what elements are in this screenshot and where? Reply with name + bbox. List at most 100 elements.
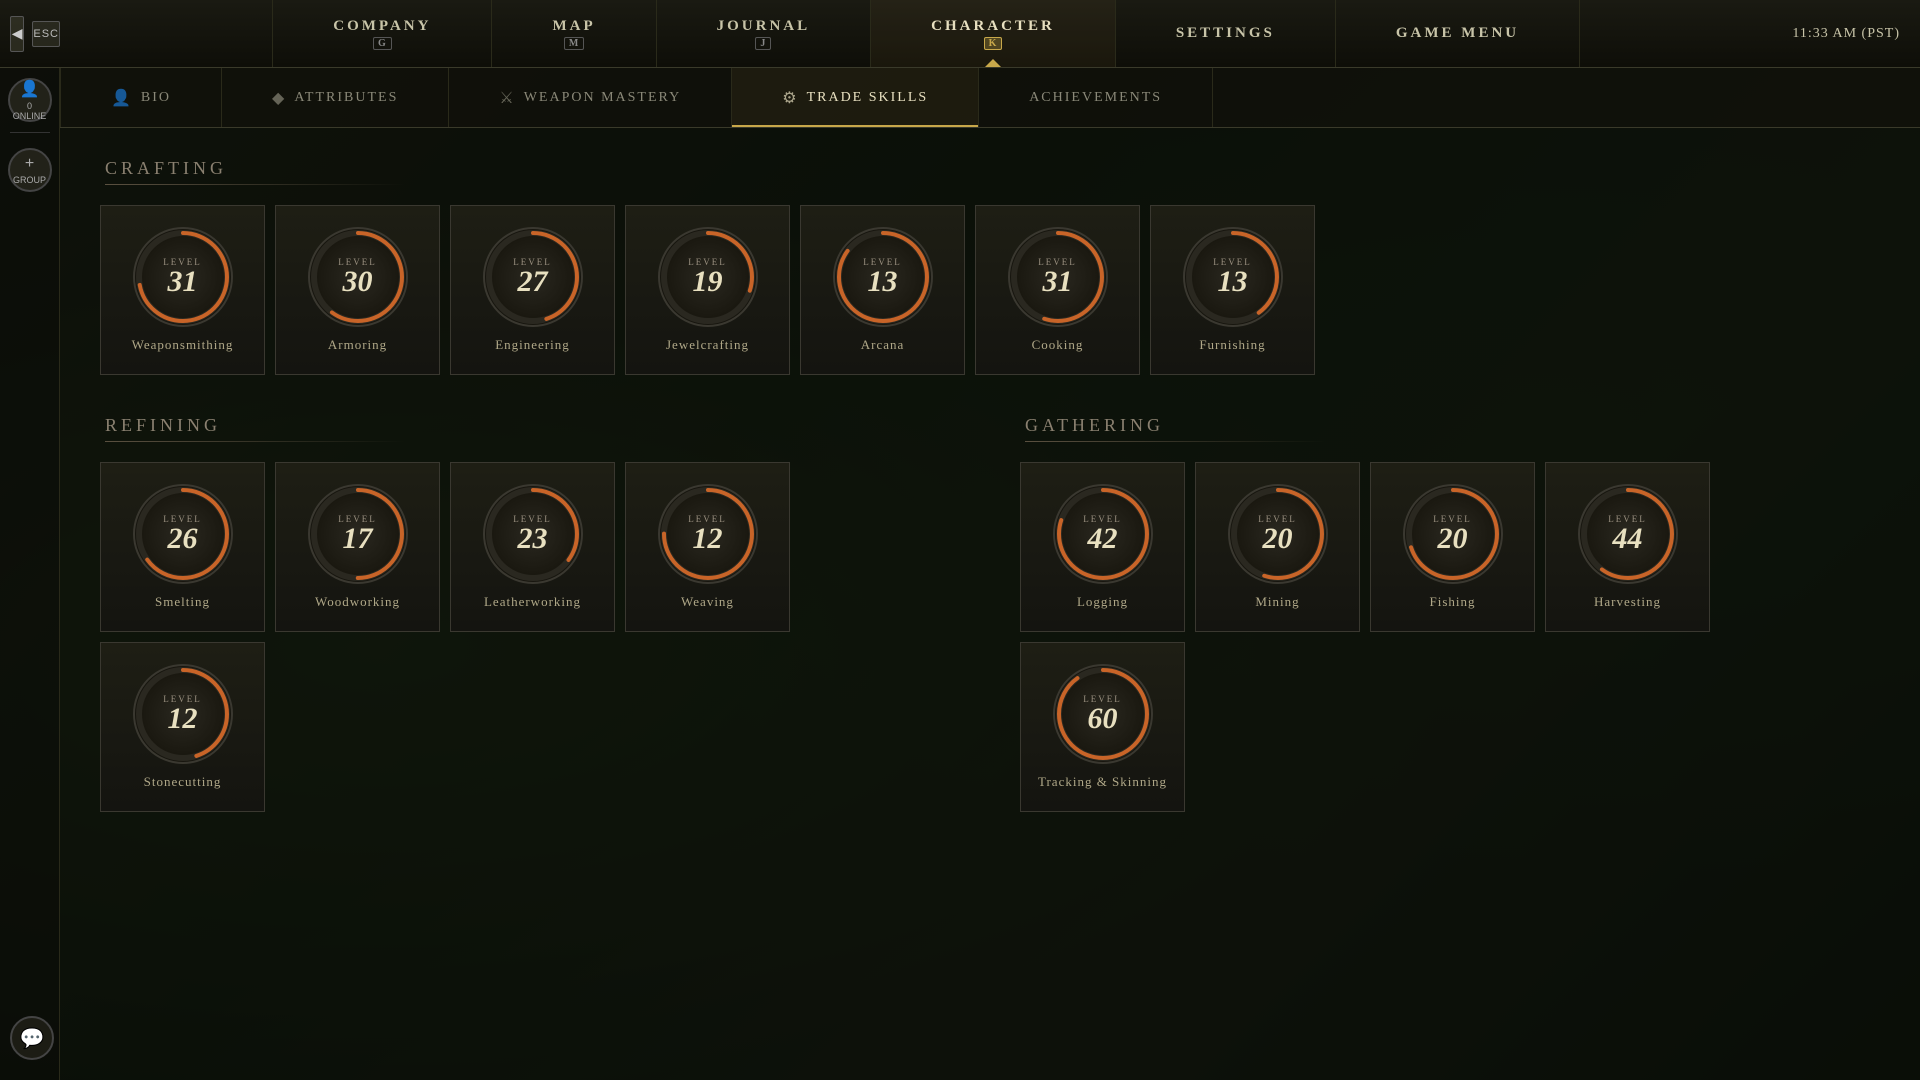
circle-text: LEVEL 30 bbox=[338, 257, 377, 297]
skill-card-stonecutting[interactable]: LEVEL 12 Stonecutting bbox=[100, 642, 265, 812]
skill-card-inner: LEVEL 27 Engineering bbox=[483, 227, 583, 353]
topbar: ◀ ESC COMPANY G MAP M JOURNAL J CHARACTE… bbox=[0, 0, 1920, 68]
bio-icon: 👤 bbox=[111, 88, 133, 108]
skill-name: Leatherworking bbox=[484, 594, 581, 610]
skill-card-inner: LEVEL 42 Logging bbox=[1053, 484, 1153, 610]
level-number: 13 bbox=[868, 267, 898, 297]
level-number: 31 bbox=[1043, 267, 1073, 297]
skill-name: Armoring bbox=[328, 337, 387, 353]
group-label: GROUP bbox=[13, 175, 46, 185]
gear-icon: ⚙ bbox=[782, 88, 798, 108]
level-number: 31 bbox=[168, 267, 198, 297]
level-number: 12 bbox=[693, 524, 723, 554]
level-number: 23 bbox=[518, 524, 548, 554]
refining-header: REFINING bbox=[100, 415, 960, 442]
nav-company-key: G bbox=[373, 37, 392, 50]
circle-text: LEVEL 19 bbox=[688, 257, 727, 297]
chat-icon: 💬 bbox=[20, 1026, 45, 1051]
plus-icon: + bbox=[25, 155, 34, 173]
skill-circle-3: LEVEL 12 bbox=[658, 484, 758, 584]
skill-circle-0: LEVEL 31 bbox=[133, 227, 233, 327]
circle-text: LEVEL 13 bbox=[863, 257, 902, 297]
crafting-grid: LEVEL 31 Weaponsmithing LEVEL 30 bbox=[100, 205, 1880, 375]
nav-character[interactable]: CHARACTER K bbox=[871, 0, 1116, 67]
skill-card-tracking-&-skinning[interactable]: LEVEL 60 Tracking & Skinning bbox=[1020, 642, 1185, 812]
circle-text: LEVEL 31 bbox=[1038, 257, 1077, 297]
topbar-time: 11:33 AM (PST) bbox=[1792, 26, 1920, 42]
skill-card-cooking[interactable]: LEVEL 31 Cooking bbox=[975, 205, 1140, 375]
skill-circle-2: LEVEL 20 bbox=[1403, 484, 1503, 584]
skill-card-inner: LEVEL 20 Mining bbox=[1228, 484, 1328, 610]
circle-text: LEVEL 12 bbox=[163, 694, 202, 734]
group-button[interactable]: + GROUP bbox=[8, 148, 52, 192]
nav-settings[interactable]: SETTINGS bbox=[1116, 0, 1336, 67]
level-number: 60 bbox=[1088, 704, 1118, 734]
online-button[interactable]: 👤 0 ONLINE bbox=[8, 78, 52, 122]
circle-text: LEVEL 27 bbox=[513, 257, 552, 297]
skill-card-smelting[interactable]: LEVEL 26 Smelting bbox=[100, 462, 265, 632]
skill-circle-1: LEVEL 17 bbox=[308, 484, 408, 584]
nav-game-menu-label: GAME MENU bbox=[1396, 25, 1519, 42]
tab-trade-skills-label: TRADE SKILLS bbox=[807, 90, 929, 106]
skill-circle-0: LEVEL 42 bbox=[1053, 484, 1153, 584]
skill-card-inner: LEVEL 31 Cooking bbox=[1008, 227, 1108, 353]
skill-circle-0: LEVEL 26 bbox=[133, 484, 233, 584]
tab-trade-skills[interactable]: ⚙ TRADE SKILLS bbox=[732, 68, 979, 127]
circle-text: LEVEL 20 bbox=[1433, 514, 1472, 554]
sidebar: 👤 0 ONLINE + GROUP 💬 bbox=[0, 68, 60, 1080]
circle-text: LEVEL 42 bbox=[1083, 514, 1122, 554]
skill-circle-3: LEVEL 19 bbox=[658, 227, 758, 327]
nav-journal-key: J bbox=[755, 37, 771, 50]
topbar-left: ◀ ESC bbox=[0, 16, 60, 52]
tab-achievements[interactable]: ACHIEVEMENTS bbox=[979, 68, 1213, 127]
skill-card-engineering[interactable]: LEVEL 27 Engineering bbox=[450, 205, 615, 375]
skill-card-logging[interactable]: LEVEL 42 Logging bbox=[1020, 462, 1185, 632]
level-number: 30 bbox=[343, 267, 373, 297]
skill-circle-6: LEVEL 13 bbox=[1183, 227, 1283, 327]
nav-company[interactable]: COMPANY G bbox=[272, 0, 492, 67]
refining-section: REFINING LEVEL 26 Smelting bbox=[100, 415, 960, 852]
tab-attributes[interactable]: ◆ ATTRIBUTES bbox=[222, 68, 449, 127]
person-icon: 👤 bbox=[20, 79, 40, 99]
tab-attributes-label: ATTRIBUTES bbox=[294, 90, 398, 106]
gathering-section: GATHERING LEVEL 42 Logging bbox=[1020, 415, 1880, 852]
skill-card-arcana[interactable]: LEVEL 13 Arcana bbox=[800, 205, 965, 375]
skill-card-furnishing[interactable]: LEVEL 13 Furnishing bbox=[1150, 205, 1315, 375]
skill-card-armoring[interactable]: LEVEL 30 Armoring bbox=[275, 205, 440, 375]
refining-grid: LEVEL 26 Smelting LEVEL 17 bbox=[100, 462, 960, 812]
nav-map[interactable]: MAP M bbox=[492, 0, 656, 67]
skill-card-mining[interactable]: LEVEL 20 Mining bbox=[1195, 462, 1360, 632]
nav-journal-label: JOURNAL bbox=[717, 18, 811, 35]
circle-text: LEVEL 17 bbox=[338, 514, 377, 554]
level-number: 20 bbox=[1438, 524, 1468, 554]
back-button[interactable]: ◀ bbox=[10, 16, 24, 52]
skill-card-woodworking[interactable]: LEVEL 17 Woodworking bbox=[275, 462, 440, 632]
nav-company-label: COMPANY bbox=[333, 18, 431, 35]
tab-weapon-mastery[interactable]: ⚔ WEAPON MASTERY bbox=[449, 68, 732, 127]
tab-bio[interactable]: 👤 BIO bbox=[60, 68, 222, 127]
skill-card-harvesting[interactable]: LEVEL 44 Harvesting bbox=[1545, 462, 1710, 632]
nav-journal[interactable]: JOURNAL J bbox=[657, 0, 872, 67]
skill-card-leatherworking[interactable]: LEVEL 23 Leatherworking bbox=[450, 462, 615, 632]
level-number: 19 bbox=[693, 267, 723, 297]
gathering-header: GATHERING bbox=[1020, 415, 1880, 442]
online-label: 0 ONLINE bbox=[10, 101, 50, 121]
chat-button[interactable]: 💬 bbox=[10, 1016, 54, 1060]
skill-card-fishing[interactable]: LEVEL 20 Fishing bbox=[1370, 462, 1535, 632]
nav-game-menu[interactable]: GAME MENU bbox=[1336, 0, 1580, 67]
skill-card-jewelcrafting[interactable]: LEVEL 19 Jewelcrafting bbox=[625, 205, 790, 375]
esc-button[interactable]: ESC bbox=[32, 21, 60, 47]
content-area: CRAFTING LEVEL 31 Weaponsmithing bbox=[60, 128, 1920, 1080]
attributes-icon: ◆ bbox=[272, 88, 286, 108]
level-number: 20 bbox=[1263, 524, 1293, 554]
skill-card-weaponsmithing[interactable]: LEVEL 31 Weaponsmithing bbox=[100, 205, 265, 375]
skill-card-weaving[interactable]: LEVEL 12 Weaving bbox=[625, 462, 790, 632]
nav-items: COMPANY G MAP M JOURNAL J CHARACTER K SE… bbox=[60, 0, 1792, 67]
level-number: 17 bbox=[343, 524, 373, 554]
sword-icon: ⚔ bbox=[499, 88, 515, 108]
skill-card-inner: LEVEL 19 Jewelcrafting bbox=[658, 227, 758, 353]
circle-text: LEVEL 13 bbox=[1213, 257, 1252, 297]
level-number: 27 bbox=[518, 267, 548, 297]
skill-card-inner: LEVEL 44 Harvesting bbox=[1578, 484, 1678, 610]
skill-card-inner: LEVEL 31 Weaponsmithing bbox=[132, 227, 234, 353]
